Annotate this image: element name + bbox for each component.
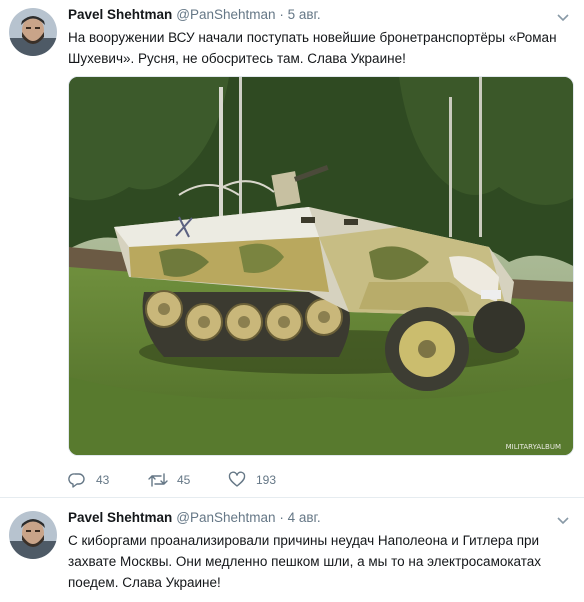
tweet[interactable]: Pavel Shehtman @PanShehtman · 4 авг. С ки… [0, 497, 584, 602]
like-button[interactable]: 193 [228, 470, 288, 490]
author-name[interactable]: Pavel Shehtman [68, 510, 172, 525]
separator-dot: · [279, 7, 284, 22]
retweet-count: 45 [177, 473, 191, 487]
reply-icon [68, 473, 85, 488]
avatar[interactable] [9, 8, 57, 56]
tweet-header: Pavel Shehtman @PanShehtman · 5 авг. [68, 7, 321, 22]
tweet-photo[interactable]: MILITARYALBUM [68, 76, 574, 456]
tweet-text-line: На вооружении ВСУ начали поступать новей… [68, 30, 557, 45]
author-name[interactable]: Pavel Shehtman [68, 7, 172, 22]
chevron-down-icon[interactable] [556, 513, 570, 527]
author-handle[interactable]: @PanShehtman [176, 7, 275, 22]
reply-button[interactable]: 43 [68, 470, 128, 490]
tweet[interactable]: Pavel Shehtman @PanShehtman · 5 авг. На в… [0, 0, 584, 497]
avatar[interactable] [9, 511, 57, 559]
media-watermark: MILITARYALBUM [505, 443, 561, 451]
tweet-text-line: Шухевич». Русня, не обосритесь там. Слав… [68, 51, 406, 66]
tweet-date[interactable]: 5 авг. [288, 7, 321, 22]
tweet-text-line: захвате Москвы. Они медленно пешком шли,… [68, 554, 542, 569]
author-handle[interactable]: @PanShehtman [176, 510, 275, 525]
reply-count: 43 [96, 473, 110, 487]
heart-icon [228, 471, 246, 487]
halftrack-photo [69, 77, 573, 455]
tweet-text-line: С киборгами проанализировали причины неу… [68, 533, 540, 548]
retweet-button[interactable]: 45 [148, 470, 208, 490]
tweet-text-line: поедем. Слава Украине! [68, 575, 221, 590]
like-count: 193 [256, 473, 277, 487]
retweet-icon [148, 473, 168, 487]
separator-dot: · [279, 510, 284, 525]
tweet-date[interactable]: 4 авг. [288, 510, 321, 525]
tweet-header: Pavel Shehtman @PanShehtman · 4 авг. [68, 510, 321, 525]
chevron-down-icon[interactable] [556, 10, 570, 24]
tweet-text: На вооружении ВСУ начали поступать новей… [68, 27, 568, 69]
tweet-text: С киборгами проанализировали причины неу… [68, 530, 568, 593]
